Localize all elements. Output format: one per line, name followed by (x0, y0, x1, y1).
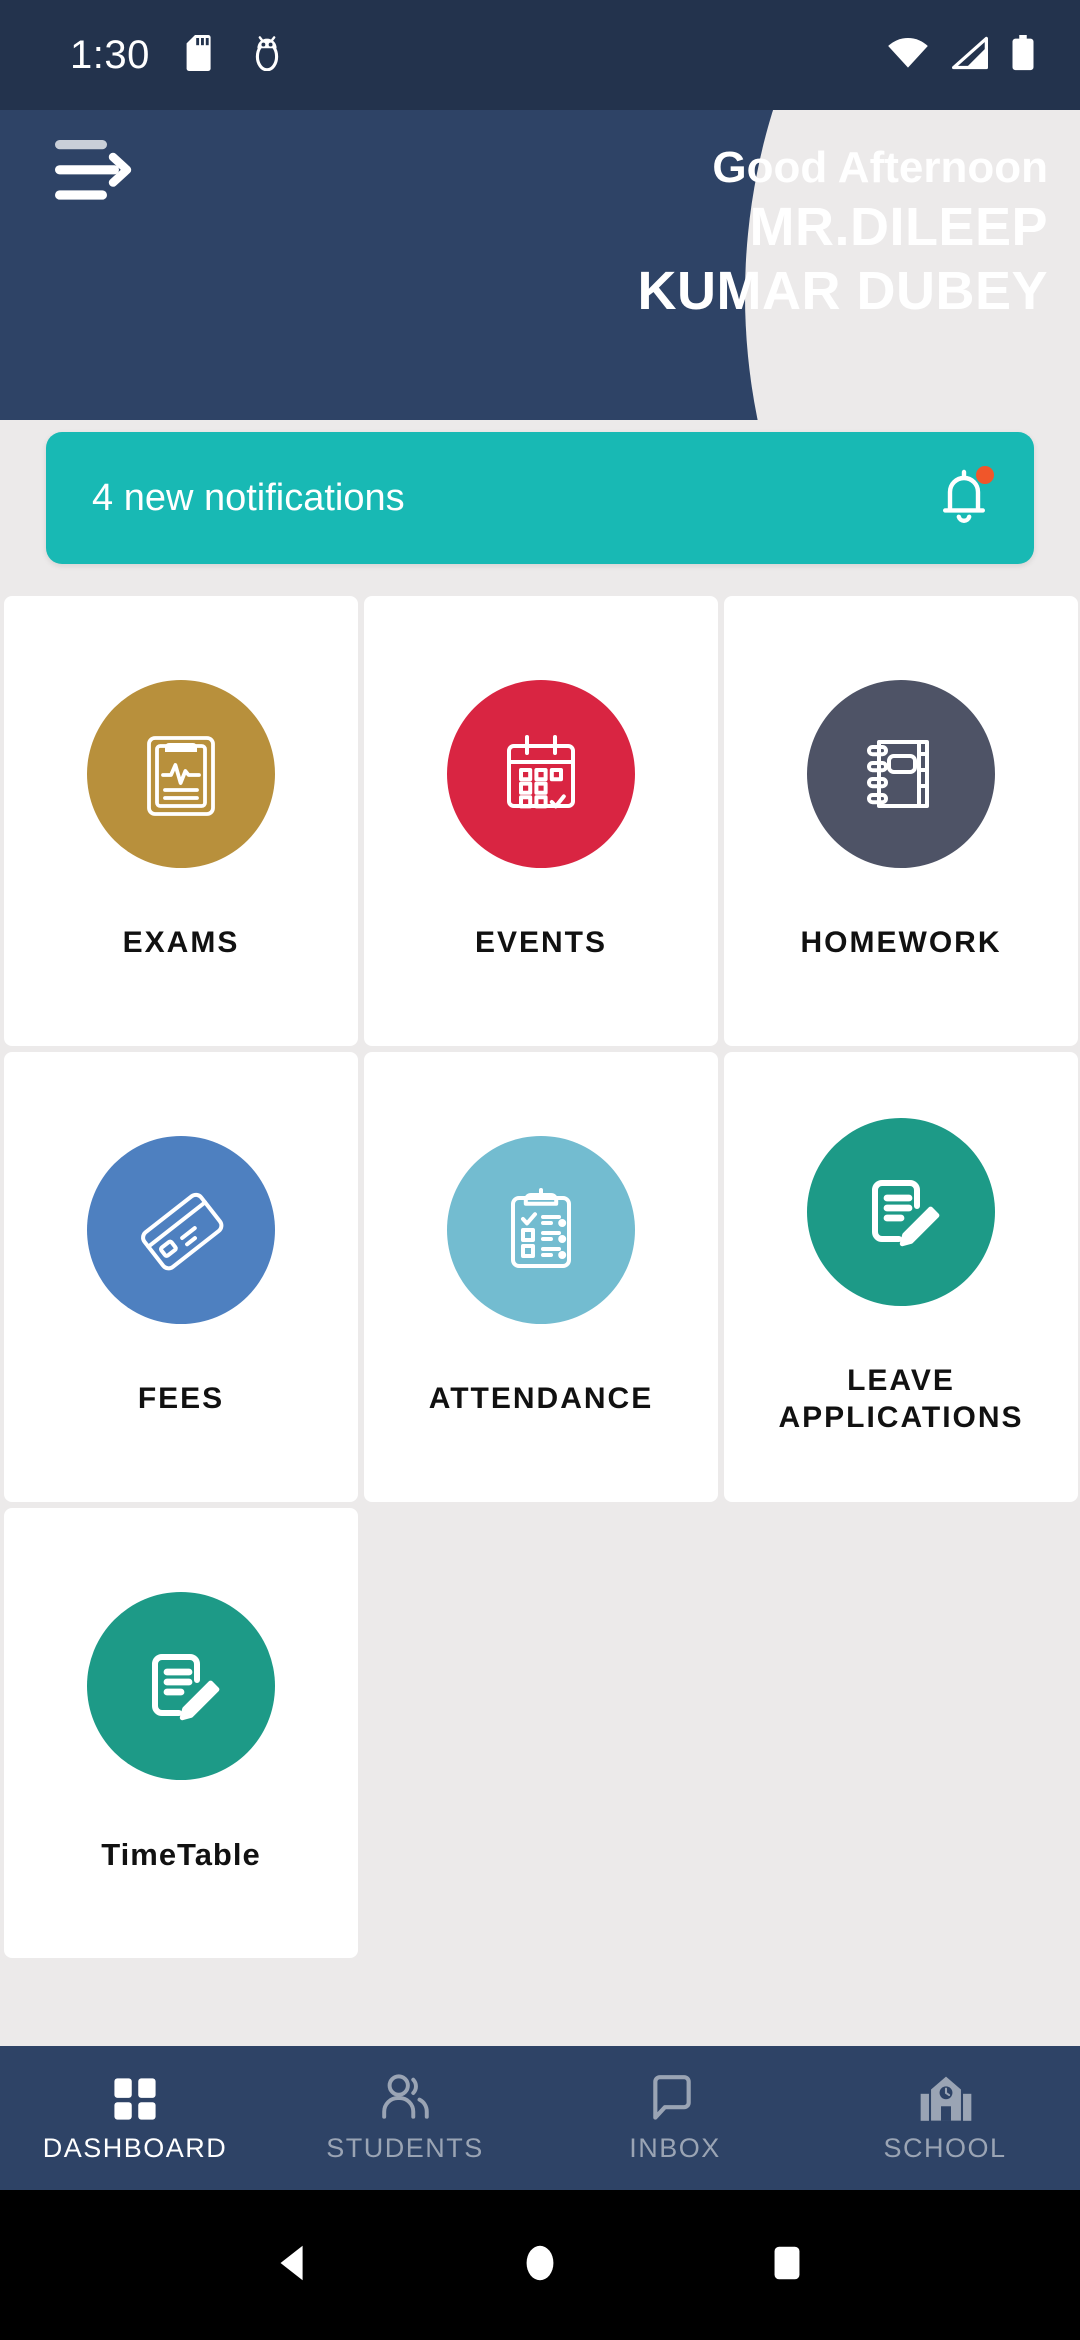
nav-item-label: INBOX (629, 2132, 721, 2163)
tile-label: ATTENDANCE (428, 1382, 654, 1416)
nav-item-dashboard[interactable]: DASHBOARD (0, 2073, 270, 2164)
dashboard-tile-leave-applications[interactable]: LEAVE APPLICATIONS (724, 1052, 1078, 1502)
nav-item-label: STUDENTS (326, 2132, 484, 2163)
document-pencil-icon (87, 1591, 275, 1780)
dashboard-tile-timetable[interactable]: TimeTable (4, 1508, 358, 1958)
document-pencil-icon (807, 1117, 995, 1306)
notification-text: 4 new notifications (92, 476, 405, 519)
wifi-icon (886, 36, 930, 75)
tile-label: LEAVE APPLICATIONS (778, 1363, 1024, 1435)
nav-item-inbox[interactable]: INBOX (540, 2073, 810, 2164)
credit-card-icon (87, 1136, 275, 1325)
nav-item-school[interactable]: SCHOOL (810, 2073, 1080, 2164)
user-name-line1: MR.DILEEP (749, 197, 1048, 258)
status-clock: 1:30 (70, 32, 150, 77)
sd-card-icon (186, 34, 216, 76)
notification-banner[interactable]: 4 new notifications (46, 432, 1034, 564)
android-debug-icon (252, 35, 282, 76)
calendar-check-icon (447, 680, 635, 869)
people-icon (379, 2073, 431, 2123)
status-bar: 1:30 (0, 0, 1080, 110)
greeting-block: Good Afternoon MR.DILEEP KUMAR DUBEY (638, 140, 1049, 324)
dashboard-tile-exams[interactable]: EXAMS (4, 596, 358, 1046)
nav-item-label: DASHBOARD (42, 2132, 228, 2163)
recents-square-icon[interactable] (764, 2240, 810, 2291)
dashboard-grid: EXAMS EVENTS HOMEWORK FEES ATTENDANCE LE… (4, 596, 1080, 1958)
chat-bubble-icon (649, 2073, 701, 2123)
tile-label: FEES (137, 1382, 225, 1416)
spiral-notebook-icon (807, 680, 995, 869)
dashboard-tile-events[interactable]: EVENTS (364, 596, 718, 1046)
battery-icon (1010, 34, 1036, 76)
cellular-signal-icon (950, 36, 990, 75)
nav-item-label: SCHOOL (883, 2132, 1007, 2163)
nav-item-students[interactable]: STUDENTS (270, 2073, 540, 2164)
tile-label: TimeTable (101, 1836, 261, 1872)
status-bar-right (886, 34, 1036, 76)
notification-badge-dot (976, 466, 994, 484)
status-bar-left: 1:30 (70, 33, 282, 78)
bottom-navigation: DASHBOARD STUDENTS INBOX SCHOOL (0, 2046, 1080, 2190)
dashboard-tile-fees[interactable]: FEES (4, 1052, 358, 1502)
dashboard-tile-placeholder (364, 1508, 718, 1958)
home-circle-icon[interactable] (517, 2240, 563, 2291)
back-triangle-icon[interactable] (270, 2240, 316, 2291)
grid-squares-icon (109, 2073, 161, 2123)
dashboard-tile-placeholder (724, 1508, 1078, 1958)
tile-label: EXAMS (122, 926, 240, 960)
bell-icon[interactable] (936, 466, 994, 528)
hamburger-arrow-icon[interactable] (55, 140, 141, 202)
clipboard-pulse-icon (87, 680, 275, 869)
android-system-nav (0, 2190, 1080, 2340)
user-name-line2: KUMAR DUBEY (637, 261, 1048, 322)
clipboard-check-icon (447, 1136, 635, 1325)
tile-label: HOMEWORK (800, 926, 1002, 960)
school-clock-icon (919, 2073, 972, 2123)
dashboard-tile-homework[interactable]: HOMEWORK (724, 596, 1078, 1046)
tile-label: EVENTS (474, 926, 608, 960)
greeting-text: Good Afternoon (712, 143, 1048, 192)
dashboard-tile-attendance[interactable]: ATTENDANCE (364, 1052, 718, 1502)
